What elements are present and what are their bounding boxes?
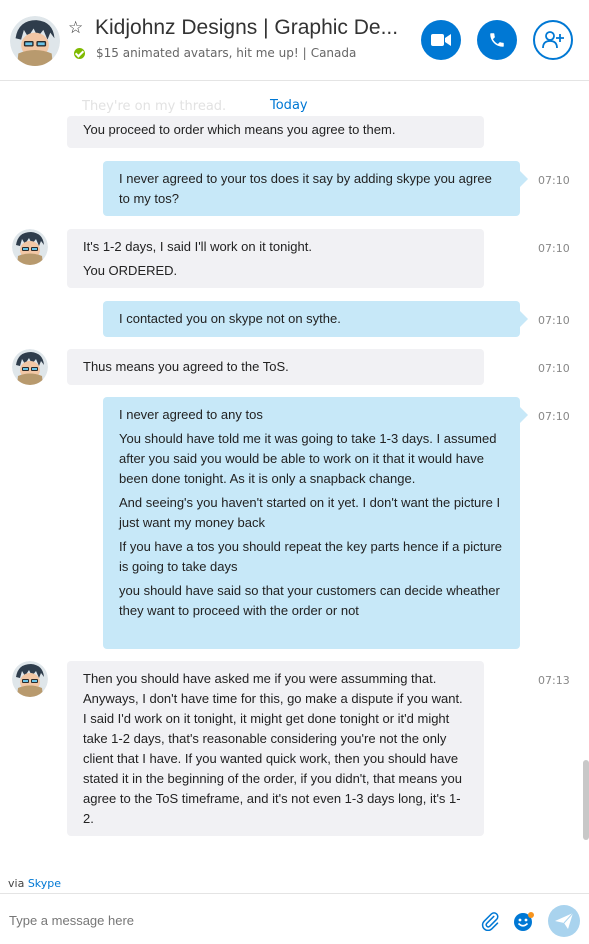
via-label: via Skype: [8, 877, 61, 890]
message-timestamp: 07:10: [538, 410, 570, 423]
date-divider: Today: [270, 98, 308, 113]
message-text: I contacted you on skype not on sythe.: [119, 311, 341, 326]
contact-mood: $15 animated avatars, hit me up! | Canada: [96, 46, 356, 60]
emoticon-icon: [514, 912, 534, 931]
sender-avatar[interactable]: [12, 661, 48, 697]
contact-name[interactable]: Kidjohnz Designs | Graphic De...: [95, 16, 398, 40]
online-status-icon: [74, 48, 85, 59]
sender-avatar[interactable]: [12, 349, 48, 385]
emoticon-button[interactable]: [513, 911, 535, 937]
avatar-art: [12, 229, 48, 265]
scrollbar-thumb[interactable]: [583, 760, 589, 840]
message-text: And seeing's you haven't started on it y…: [119, 495, 501, 530]
message-text: I never agreed to your tos does it say b…: [119, 171, 492, 206]
faded-message-text: They're on my thread.: [82, 99, 227, 114]
message-text: You should have told me it was going to …: [119, 431, 497, 486]
video-call-button[interactable]: [421, 20, 461, 60]
contact-location: Canada: [310, 46, 357, 60]
message-timestamp: 07:10: [538, 314, 570, 327]
send-icon: [555, 913, 573, 929]
attach-button[interactable]: [480, 911, 500, 935]
message-text: You proceed to order which means you agr…: [83, 122, 396, 137]
message-composer[interactable]: Type a message here: [0, 893, 589, 944]
message-timestamp: 07:10: [538, 242, 570, 255]
message-bubble-outgoing[interactable]: I never agreed to any tos You should hav…: [103, 397, 528, 649]
avatar-art: [12, 661, 48, 697]
via-prefix: via: [8, 877, 25, 890]
add-people-button[interactable]: [533, 20, 573, 60]
message-text: Then you should have asked me if you wer…: [83, 671, 463, 826]
message-text: If you have a tos you should repeat the …: [119, 539, 503, 574]
message-input[interactable]: Type a message here: [9, 913, 134, 928]
phone-icon: [490, 33, 504, 47]
avatar-art: [12, 349, 48, 385]
mood-message: $15 animated avatars, hit me up!: [96, 46, 299, 60]
message-timestamp: 07:10: [538, 362, 570, 375]
conversation-header: ☆ Kidjohnz Designs | Graphic De... $15 a…: [0, 0, 589, 81]
avatar-art: [10, 16, 60, 66]
message-text: you should have said so that your custom…: [119, 583, 500, 618]
message-timestamp: 07:13: [538, 674, 570, 687]
add-person-icon: [542, 31, 564, 49]
sender-avatar[interactable]: [12, 229, 48, 265]
message-bubble-incoming[interactable]: Then you should have asked me if you wer…: [67, 661, 484, 836]
star-icon[interactable]: ☆: [68, 18, 83, 38]
message-bubble-incoming[interactable]: Thus means you agreed to the ToS.: [67, 349, 484, 385]
mood-separator: |: [302, 46, 307, 60]
video-call-icon: [431, 34, 451, 46]
message-text: I never agreed to any tos: [119, 407, 263, 422]
message-text: It's 1-2 days, I said I'll work on it to…: [83, 239, 312, 254]
via-skype-link[interactable]: Skype: [28, 877, 61, 890]
send-button[interactable]: [548, 905, 580, 937]
message-bubble-outgoing[interactable]: I never agreed to your tos does it say b…: [103, 161, 528, 216]
message-timestamp: 07:10: [538, 174, 570, 187]
message-bubble-incoming[interactable]: It's 1-2 days, I said I'll work on it to…: [67, 229, 484, 288]
message-text: You ORDERED.: [83, 263, 178, 278]
message-bubble-outgoing[interactable]: I contacted you on skype not on sythe.: [103, 301, 528, 337]
audio-call-button[interactable]: [477, 20, 517, 60]
message-bubble-incoming[interactable]: You proceed to order which means you agr…: [67, 116, 484, 148]
message-text: Thus means you agreed to the ToS.: [83, 359, 289, 374]
contact-avatar[interactable]: [10, 16, 60, 66]
paperclip-icon: [481, 912, 499, 932]
